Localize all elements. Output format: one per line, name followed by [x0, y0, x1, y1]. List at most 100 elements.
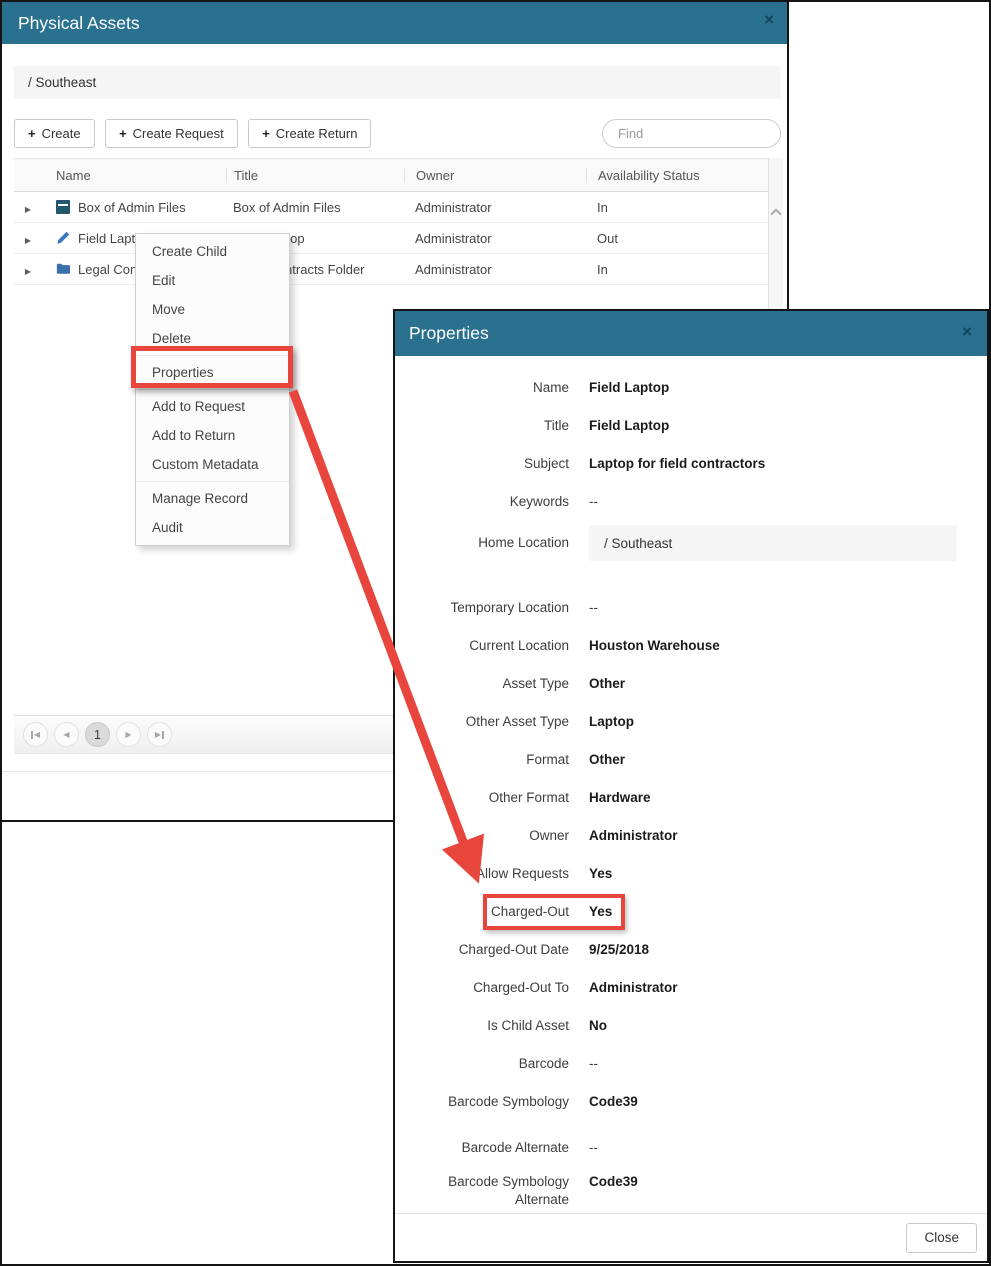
- folder-icon: [56, 262, 70, 276]
- property-value: Code39: [589, 1093, 638, 1111]
- menu-item-delete[interactable]: Delete: [136, 324, 289, 353]
- find-input[interactable]: [602, 119, 781, 148]
- menu-separator: [136, 481, 289, 482]
- property-label: Owner: [395, 827, 569, 845]
- property-label: Barcode: [395, 1055, 569, 1073]
- asset-owner: Administrator: [404, 200, 586, 215]
- property-value: Administrator: [589, 979, 678, 997]
- property-value: Laptop for field contractors: [589, 455, 765, 473]
- property-value: Code39: [589, 1173, 638, 1191]
- property-row: Other Asset Type Laptop: [395, 703, 987, 741]
- table-row[interactable]: ▶ Field Laptop Field Laptop Administrato…: [14, 223, 783, 254]
- current-page-button[interactable]: 1: [85, 722, 110, 747]
- property-value: Laptop: [589, 713, 634, 731]
- owner-column-header: Owner: [404, 168, 586, 183]
- close-button[interactable]: Close: [906, 1223, 977, 1253]
- asset-availability: In: [586, 200, 770, 215]
- previous-page-button[interactable]: ◀: [54, 722, 79, 747]
- property-row: Barcode Symbology Alternate Code39: [395, 1171, 987, 1213]
- plus-icon: +: [28, 126, 36, 141]
- pencil-icon: [56, 231, 70, 245]
- property-value: Yes: [589, 865, 612, 883]
- asset-availability: Out: [586, 231, 770, 246]
- create-return-button-label: Create Return: [276, 126, 358, 141]
- menu-item-manage-record[interactable]: Manage Record: [136, 484, 289, 513]
- property-value: --: [589, 599, 598, 617]
- table-row[interactable]: ▶ Box of Admin Files Box of Admin Files …: [14, 192, 783, 223]
- property-label: Charged-Out To: [395, 979, 569, 997]
- toolbar: + Create + Create Request + Create Retur…: [14, 119, 781, 149]
- menu-item-add-to-request[interactable]: Add to Request: [136, 392, 289, 421]
- close-icon[interactable]: ×: [764, 11, 774, 28]
- property-value: Houston Warehouse: [589, 637, 720, 655]
- property-row: Subject Laptop for field contractors: [395, 445, 987, 483]
- properties-dialog-body: Name Field Laptop Title Field Laptop Sub…: [395, 356, 987, 1213]
- property-value: Other: [589, 751, 625, 769]
- physical-assets-titlebar: Physical Assets ×: [2, 2, 787, 44]
- last-page-button[interactable]: ▶: [147, 722, 172, 747]
- property-row: Owner Administrator: [395, 817, 987, 855]
- create-button-label: Create: [42, 126, 81, 141]
- property-value: Yes: [589, 903, 612, 921]
- property-row: Name Field Laptop: [395, 369, 987, 407]
- property-label: Barcode Symbology Alternate: [395, 1173, 569, 1209]
- menu-item-create-child[interactable]: Create Child: [136, 237, 289, 266]
- property-label: Temporary Location: [395, 599, 569, 617]
- expand-arrow-icon[interactable]: ▶: [25, 205, 31, 214]
- properties-dialog-titlebar: Properties ×: [395, 311, 987, 356]
- property-value: 9/25/2018: [589, 941, 649, 959]
- property-value: No: [589, 1017, 607, 1035]
- property-label: Keywords: [395, 493, 569, 511]
- property-label: Name: [395, 379, 569, 397]
- property-label: Current Location: [395, 637, 569, 655]
- property-label: Other Asset Type: [395, 713, 569, 731]
- property-value: Other: [589, 675, 625, 693]
- menu-separator: [136, 355, 289, 356]
- property-row: Barcode --: [395, 1045, 987, 1083]
- property-row: Allow Requests Yes: [395, 855, 987, 893]
- context-menu: Create Child Edit Move Delete Properties…: [135, 233, 290, 546]
- asset-name: Box of Admin Files: [78, 200, 186, 215]
- create-button[interactable]: + Create: [14, 119, 95, 148]
- property-row: Barcode Symbology Code39: [395, 1083, 987, 1121]
- property-row: Other Format Hardware: [395, 779, 987, 817]
- menu-item-edit[interactable]: Edit: [136, 266, 289, 295]
- table-header-row: Name Title Owner Availability Status: [14, 158, 783, 192]
- menu-item-move[interactable]: Move: [136, 295, 289, 324]
- property-label: Charged-Out: [395, 903, 569, 921]
- property-row: Keywords --: [395, 483, 987, 521]
- expand-arrow-icon[interactable]: ▶: [25, 267, 31, 276]
- property-row-charged-out: Charged-Out Yes: [395, 893, 987, 931]
- properties-dialog-title: Properties: [409, 323, 489, 344]
- breadcrumb: / Southeast: [14, 66, 781, 99]
- property-row: Home Location / Southeast: [395, 521, 987, 565]
- property-label: Asset Type: [395, 675, 569, 693]
- property-label: Title: [395, 417, 569, 435]
- menu-item-audit[interactable]: Audit: [136, 513, 289, 542]
- property-row: Is Child Asset No: [395, 1007, 987, 1045]
- close-icon[interactable]: ×: [962, 322, 972, 342]
- create-request-button-label: Create Request: [133, 126, 224, 141]
- create-return-button[interactable]: + Create Return: [248, 119, 371, 148]
- last-page-bar: [162, 731, 164, 739]
- property-label: Barcode Alternate: [395, 1139, 569, 1157]
- scroll-up-icon[interactable]: [770, 208, 781, 219]
- property-label: Allow Requests: [395, 865, 569, 883]
- property-row: Asset Type Other: [395, 665, 987, 703]
- properties-dialog-footer: Close: [395, 1213, 987, 1261]
- first-page-button[interactable]: ◀: [23, 722, 48, 747]
- next-page-button[interactable]: ▶: [116, 722, 141, 747]
- availability-column-header: Availability Status: [586, 168, 770, 183]
- plus-icon: +: [262, 126, 270, 141]
- menu-item-properties[interactable]: Properties: [136, 358, 289, 387]
- property-value: --: [589, 1055, 598, 1073]
- property-row: Current Location Houston Warehouse: [395, 627, 987, 665]
- expand-arrow-icon[interactable]: ▶: [25, 236, 31, 245]
- property-label: Home Location: [395, 534, 569, 552]
- menu-item-add-to-return[interactable]: Add to Return: [136, 421, 289, 450]
- property-label: Charged-Out Date: [395, 941, 569, 959]
- menu-separator: [136, 389, 289, 390]
- table-row[interactable]: ▶ Legal Contracts Folder Legal Contracts…: [14, 254, 783, 285]
- create-request-button[interactable]: + Create Request: [105, 119, 238, 148]
- menu-item-custom-metadata[interactable]: Custom Metadata: [136, 450, 289, 479]
